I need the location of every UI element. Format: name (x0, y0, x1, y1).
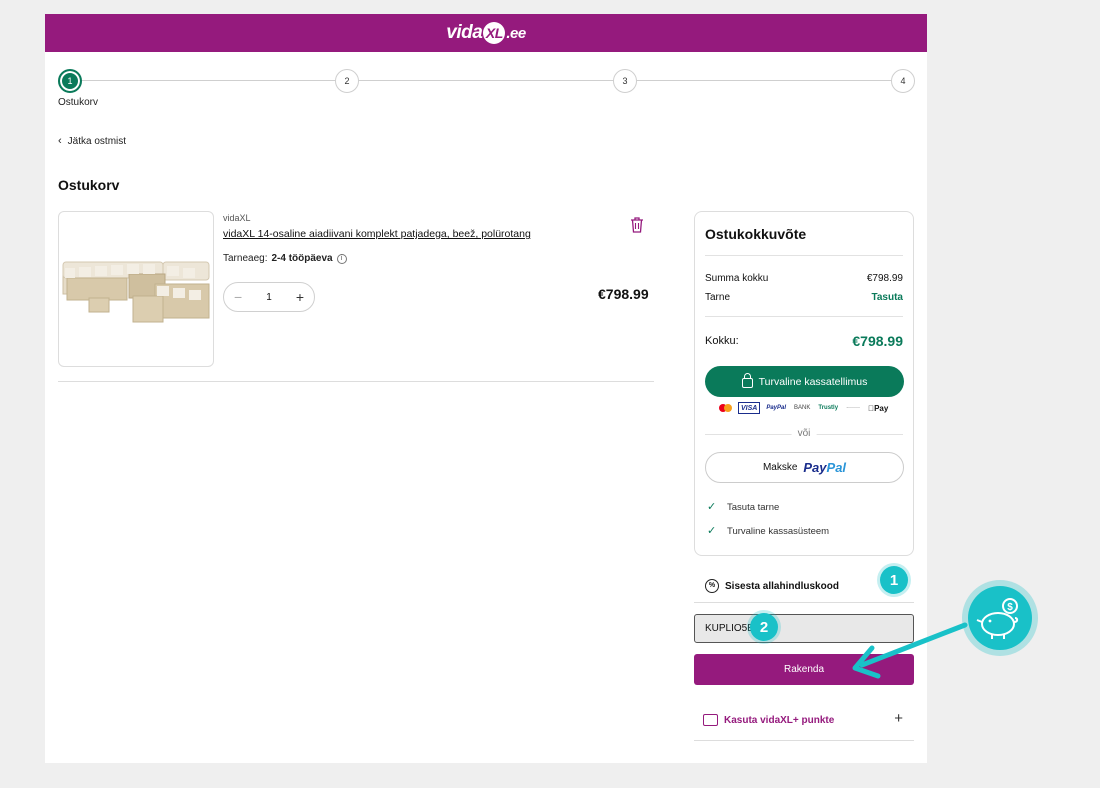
step-1[interactable]: 1 (58, 69, 82, 93)
or-separator: või (705, 428, 903, 440)
paypal-logo-a: Pay (803, 460, 827, 475)
discount-code-input[interactable] (694, 614, 914, 643)
discount-label: Sisesta allahindluskood (725, 580, 839, 592)
use-points-toggle[interactable]: Kasuta vidaXL+ punkte + (703, 710, 903, 727)
apple-pay-label: Pay (868, 403, 888, 413)
discount-divider (694, 602, 914, 603)
delivery-value: 2-4 tööpäeva (271, 253, 333, 264)
piggy-bank-icon: $ (976, 598, 1019, 639)
checkmark-icon: ✓ (707, 501, 717, 513)
paypal-logo: PayPal (803, 460, 846, 475)
klarna-icon: ······· (846, 405, 861, 411)
summary-divider (705, 316, 903, 317)
info-icon[interactable]: i (336, 253, 347, 264)
total-row: Kokku: €798.99 (705, 333, 903, 349)
continue-shopping-link[interactable]: ‹ Jätka ostmist (58, 135, 126, 147)
total-label: Kokku: (705, 335, 739, 347)
step-4[interactable]: 4 (891, 69, 915, 93)
payment-methods: VISA PayPal BANK Trustly ······· Pay (717, 402, 890, 414)
summary-title: Ostukokkuvõte (705, 226, 807, 242)
apply-button[interactable]: Rakenda (694, 654, 914, 685)
delivery-label: Tarneaeg: (223, 253, 268, 264)
points-divider (694, 740, 914, 741)
trash-icon[interactable] (630, 217, 644, 233)
subtotal-label: Summa kokku (705, 273, 769, 284)
order-summary-card: Ostukokkuvõte Summa kokku €798.99 Tarne … (694, 211, 914, 556)
benefit-label: Turvaline kassasüsteem (727, 525, 830, 537)
site-header: vida XL .ee (45, 14, 927, 52)
delivery-info: Tarneaeg: 2-4 tööpäeva i (223, 253, 347, 264)
page-title: Ostukorv (58, 177, 120, 193)
product-image[interactable] (58, 211, 214, 367)
vidaxl-logo[interactable]: vida XL .ee (446, 21, 526, 44)
checkmark-icon: ✓ (707, 525, 717, 537)
truck-icon (703, 714, 718, 726)
plus-icon[interactable]: + (296, 289, 304, 305)
plus-icon: + (894, 710, 903, 727)
trash-icon-shape (631, 217, 643, 233)
shipping-row: Tarne Tasuta (705, 292, 903, 303)
lock-icon (741, 372, 753, 388)
points-label: Kasuta vidaXL+ punkte (724, 714, 835, 726)
step-3[interactable]: 3 (613, 69, 637, 93)
sofa-set-illustration (62, 261, 210, 323)
checkout-label: Turvaline kassatellimus (758, 375, 868, 388)
logo-mark: XL (483, 21, 506, 44)
shipping-label: Tarne (705, 292, 731, 303)
bank-transfer-icon: BANK (794, 405, 811, 411)
paypal-logo-b: Pal (826, 460, 847, 475)
subtotal-value: €798.99 (866, 273, 903, 284)
chevron-left-icon: ‹ (58, 135, 62, 147)
annotation-badge-1: 1 (880, 566, 908, 594)
page-container: vida XL .ee 1 2 3 4 Ostukorv ‹ Jätka ostmi… (45, 14, 927, 763)
minus-icon[interactable]: − (234, 289, 242, 305)
quantity-value[interactable]: 1 (266, 292, 272, 303)
step-1-label: Ostukorv (58, 97, 99, 108)
piggy-bank-circle: $ (968, 586, 1032, 650)
or-label: või (791, 428, 817, 439)
svg-text:$: $ (1007, 602, 1013, 613)
product-brand: vidaXL (223, 213, 251, 223)
annotation-badge-2: 2 (750, 613, 778, 641)
checkout-stepper: 1 2 3 4 (58, 69, 915, 93)
paypal-prefix: Makske (762, 462, 798, 473)
product-price: €798.99 (598, 286, 649, 302)
piggy-bank-badge: $ (962, 580, 1038, 656)
continue-shopping-label: Jätka ostmist (67, 135, 127, 147)
logo-prefix: vida (446, 22, 483, 43)
benefit-free-shipping: ✓ Tasuta tarne (707, 501, 779, 513)
shipping-value: Tasuta (871, 292, 904, 303)
visa-icon: VISA (738, 402, 761, 414)
summary-divider (705, 255, 903, 256)
secure-checkout-button[interactable]: Turvaline kassatellimus (705, 366, 904, 397)
trustly-icon: Trustly (818, 405, 839, 411)
quantity-stepper: − 1 + (223, 282, 315, 312)
percent-icon: % (705, 579, 719, 593)
benefit-label: Tasuta tarne (727, 501, 780, 513)
benefit-secure-checkout: ✓ Turvaline kassasüsteem (707, 525, 829, 537)
total-value: €798.99 (852, 333, 903, 349)
mastercard-icon (717, 403, 734, 413)
step-2[interactable]: 2 (335, 69, 359, 93)
discount-code-toggle[interactable]: % Sisesta allahindluskood (705, 579, 839, 593)
apple-pay-icon: Pay (866, 403, 890, 413)
subtotal-row: Summa kokku €798.99 (705, 273, 903, 284)
cart-divider (58, 381, 654, 382)
paypal-button[interactable]: Makske PayPal (705, 452, 904, 483)
logo-suffix: .ee (506, 25, 526, 42)
paypal-icon: PayPal (766, 405, 787, 411)
product-name-link[interactable]: vidaXL 14-osaline aiadiivani komplekt pa… (223, 228, 531, 240)
stepper-line (70, 80, 903, 81)
